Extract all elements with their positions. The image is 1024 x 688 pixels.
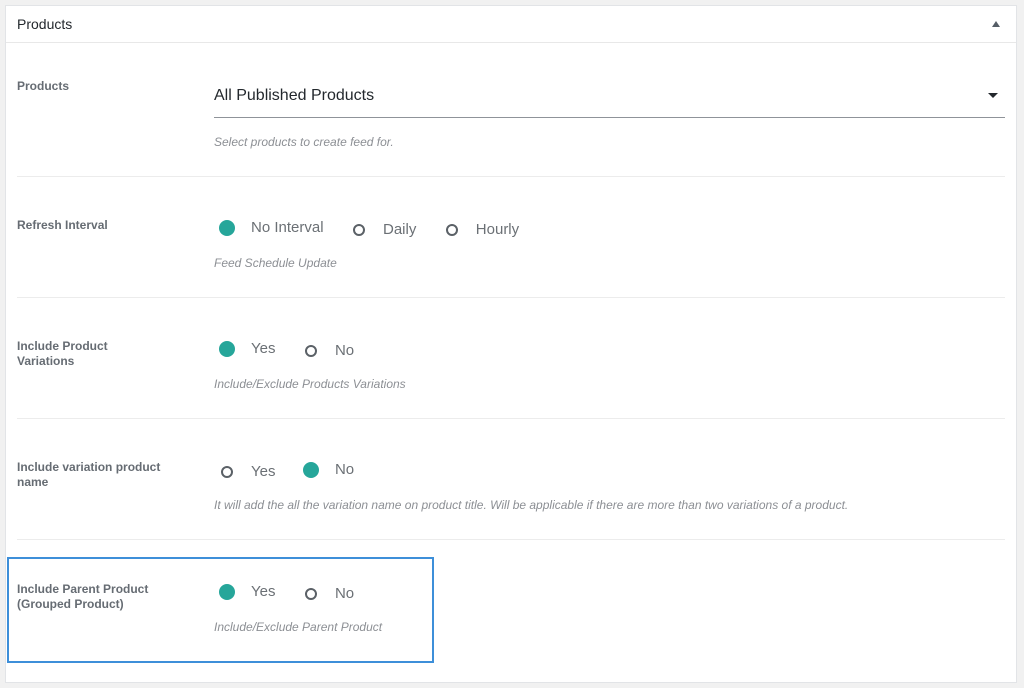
variation-name-help: It will add the all the variation name o… bbox=[214, 498, 849, 512]
panel-header[interactable]: Products bbox=[6, 6, 1016, 43]
parent-product-help: Include/Exclude Parent Product bbox=[214, 620, 383, 634]
radio-label: Daily bbox=[383, 221, 417, 238]
radio-label: No bbox=[334, 342, 355, 359]
parent-product-label: Include Parent Product (Grouped Product) bbox=[17, 582, 149, 611]
divider bbox=[17, 418, 1005, 419]
products-label: Products bbox=[17, 79, 70, 93]
radio-label: Yes bbox=[251, 340, 276, 357]
radio-daily[interactable]: Daily bbox=[350, 221, 416, 238]
radio-checked-icon bbox=[219, 583, 235, 600]
radio-unchecked-icon bbox=[353, 223, 365, 236]
radio-variations-yes[interactable]: Yes bbox=[218, 340, 275, 357]
products-panel: Products Products All Published Products… bbox=[5, 5, 1017, 683]
radio-unchecked-icon bbox=[221, 465, 233, 478]
include-variations-help: Include/Exclude Products Variations bbox=[214, 377, 406, 391]
radio-variation-name-no[interactable]: No bbox=[302, 461, 354, 478]
radio-checked-icon bbox=[302, 461, 319, 478]
products-select[interactable]: All Published Products bbox=[214, 85, 1005, 118]
radio-checked-icon bbox=[219, 219, 235, 236]
divider bbox=[17, 297, 1005, 298]
caret-down-icon bbox=[988, 93, 998, 98]
radio-hourly[interactable]: Hourly bbox=[443, 221, 519, 238]
products-help: Select products to create feed for. bbox=[214, 135, 394, 149]
include-variations-label: Include Product Variations bbox=[17, 339, 108, 368]
radio-unchecked-icon bbox=[445, 223, 458, 236]
radio-variation-name-yes[interactable]: Yes bbox=[218, 463, 275, 480]
radio-parent-no[interactable]: No bbox=[302, 585, 354, 602]
radio-variations-no[interactable]: No bbox=[302, 342, 354, 359]
radio-label: Yes bbox=[251, 583, 276, 600]
radio-parent-yes[interactable]: Yes bbox=[218, 583, 275, 600]
refresh-interval-help: Feed Schedule Update bbox=[214, 256, 337, 270]
radio-label: No bbox=[334, 585, 355, 602]
panel-title: Products bbox=[17, 16, 73, 32]
radio-checked-icon bbox=[219, 340, 235, 357]
divider bbox=[17, 176, 1005, 177]
variation-name-radio-group: Yes No bbox=[218, 461, 376, 481]
radio-label: Yes bbox=[251, 463, 276, 480]
radio-no-interval[interactable]: No Interval bbox=[218, 219, 324, 236]
include-variations-radio-group: Yes No bbox=[218, 340, 376, 360]
radio-unchecked-icon bbox=[304, 344, 317, 357]
refresh-interval-label: Refresh Interval bbox=[17, 218, 108, 232]
radio-label: No Interval bbox=[251, 219, 324, 236]
radio-label: Hourly bbox=[475, 221, 520, 238]
parent-product-radio-group: Yes No bbox=[218, 583, 376, 603]
radio-unchecked-icon bbox=[304, 587, 317, 600]
radio-label: No bbox=[334, 461, 355, 478]
divider bbox=[17, 539, 1005, 540]
variation-name-label: Include variation product name bbox=[17, 460, 161, 489]
products-select-value: All Published Products bbox=[214, 87, 375, 104]
refresh-interval-radio-group: No Interval Daily Hourly bbox=[218, 219, 541, 239]
collapse-arrow-icon[interactable] bbox=[992, 21, 1000, 27]
